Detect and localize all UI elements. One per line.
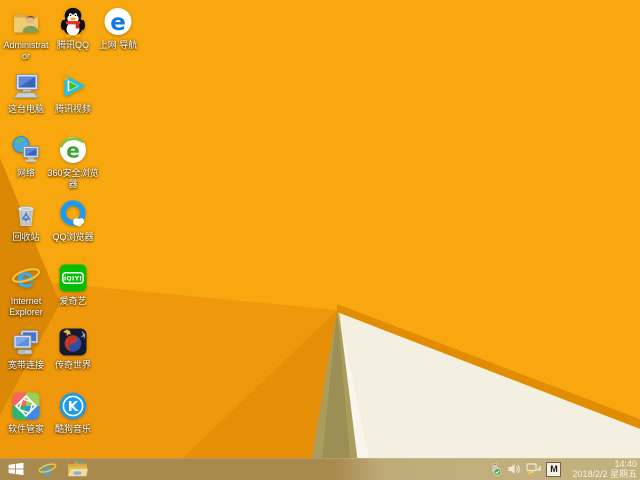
desktop-icon-label: 腾讯QQ [56,40,89,50]
svg-text:K: K [68,399,79,415]
green-e-browser-icon: e [60,137,86,163]
file-explorer-icon [67,460,88,476]
desktop-icon-label: 传奇世界 [54,360,91,370]
user-folder-icon [14,14,39,33]
desktop-icon-label: 腾讯视频 [54,104,91,114]
desktop-icon-label: 这台电脑 [7,104,44,114]
desktop[interactable]: Administrator 腾讯QQ e 上网 导航 这台电脑 腾讯视频 网络 … [0,0,640,480]
desktop-icon-label: 回收站 [12,232,40,242]
desktop-icon-label: 爱奇艺 [59,296,87,306]
input-method-indicator[interactable]: M [546,461,562,477]
system-tray: M 14:40 2018/2/2 星期五 [488,458,640,480]
start-button[interactable] [0,458,32,480]
desktop-icon-label: 宽带连接 [7,360,44,370]
svg-text:e: e [66,139,80,163]
qq-browser-ring-cloud-icon [60,200,86,227]
volume-icon[interactable] [507,458,521,480]
desktop-icon-legend-world[interactable]: 传奇世界 [43,326,103,371]
recycle-bin-icon [17,206,35,226]
windows-logo-icon [8,462,24,476]
internet-explorer-icon: e [38,460,56,479]
clock-time: 14:40 [614,459,637,469]
desktop-icon-label: 酷狗音乐 [54,424,91,434]
desktop-icon-label: QQ浏览器 [52,232,94,242]
play-triangle-icon [64,75,85,97]
desktop-icon-label: 网络 [16,168,35,178]
desktop-icon-kugou-music[interactable]: K 酷狗音乐 [43,390,103,435]
qq-penguin-icon [60,7,86,38]
file-explorer-taskbar-button[interactable] [62,458,92,480]
software-manager-icon [12,392,40,420]
clock-date: 2018/2/2 星期五 [572,469,637,479]
desktop-icon-label: 上网 导航 [98,40,138,50]
broadband-monitors-icon [13,330,39,355]
desktop-icon-label: 360安全浏览器 [47,168,99,189]
kugou-music-icon: K [59,392,87,420]
blue-e-navigation-icon: e [104,8,132,36]
svg-text:iQIYI: iQIYI [64,276,82,283]
desktop-icon-iqiyi[interactable]: iQIYI 爱奇艺 [43,262,103,307]
usb-safely-remove-icon[interactable] [488,458,502,480]
desktop-icon-tencent-video[interactable]: 腾讯视频 [43,70,103,115]
svg-text:e: e [110,10,126,36]
internet-explorer-icon: e [11,263,41,294]
internet-explorer-taskbar-button[interactable]: e [32,458,62,480]
legend-world-game-icon [59,328,87,356]
iqiyi-icon: iQIYI [59,264,87,292]
taskbar: e M 14:40 2018/2/2 星期五 [0,458,640,480]
desktop-icon-360-safe-browser[interactable]: e 360安全浏览器 [43,134,103,190]
computer-icon [13,74,39,98]
desktop-icon-label: 软件管家 [7,424,44,434]
network-limited-icon[interactable] [526,458,542,480]
globe-network-icon [12,136,39,162]
desktop-icon-web-navigation[interactable]: e 上网 导航 [88,6,148,51]
taskbar-clock[interactable]: 14:40 2018/2/2 星期五 [566,459,637,479]
desktop-icon-qq-browser[interactable]: QQ浏览器 [43,198,103,243]
